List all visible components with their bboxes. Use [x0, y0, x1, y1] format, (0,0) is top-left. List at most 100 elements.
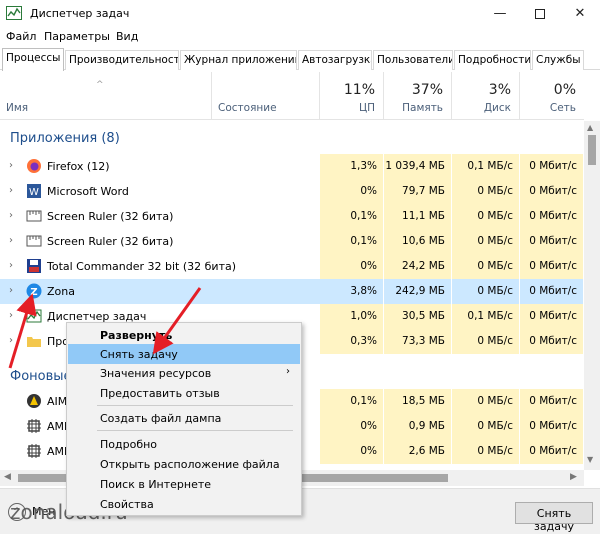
vertical-scrollbar[interactable]: ▲ ▼	[584, 121, 600, 470]
cell-mem: 18,5 МБ	[384, 389, 452, 414]
ruler-icon	[26, 233, 42, 249]
cell-cpu: 0%	[320, 414, 384, 439]
submenu-arrow-icon: ›	[286, 366, 290, 377]
cell-net: 0 Мбит/с	[520, 414, 584, 439]
amd-icon	[26, 418, 42, 434]
tab-details[interactable]: Подробности	[454, 50, 531, 70]
taskmgr-icon	[26, 308, 42, 324]
ctx-open-location[interactable]: Открыть расположение файла	[68, 454, 300, 474]
tab-startup[interactable]: Автозагрузка	[298, 50, 372, 70]
ctx-separator	[97, 430, 293, 431]
chevron-right-icon[interactable]: ›	[9, 160, 13, 171]
cell-mem: 30,5 МБ	[384, 304, 452, 329]
close-button[interactable]: ✕	[560, 0, 600, 27]
cell-cpu: 0%	[320, 179, 384, 204]
window-title: Диспетчер задач	[30, 7, 130, 20]
menu-options[interactable]: Параметры	[44, 30, 110, 43]
scroll-right-icon[interactable]: ▶	[570, 472, 577, 482]
col-cpu[interactable]: 11% ЦП	[320, 72, 384, 120]
cell-disk: 0 МБ/с	[452, 329, 520, 354]
cell-cpu: 3,8%	[320, 279, 384, 304]
menu-view[interactable]: Вид	[116, 30, 138, 43]
col-name[interactable]: ^ Имя	[0, 72, 212, 120]
cell-mem: 0,9 МБ	[384, 414, 452, 439]
ctx-separator	[97, 405, 293, 406]
chevron-right-icon[interactable]: ›	[9, 335, 13, 346]
minimize-icon: —	[493, 6, 507, 21]
cell-cpu: 1,3%	[320, 154, 384, 179]
col-memory[interactable]: 37% Память	[384, 72, 452, 120]
cell-cpu: 0%	[320, 254, 384, 279]
ctx-end-task[interactable]: Снять задачу	[68, 344, 300, 364]
end-task-button[interactable]: Снять задачу	[515, 502, 593, 533]
tab-services[interactable]: Службы	[532, 50, 584, 70]
ctx-details[interactable]: Подробно	[68, 434, 300, 454]
cell-net: 0 Мбит/с	[520, 229, 584, 254]
svg-text:Z: Z	[30, 287, 37, 298]
cell-disk: 0 МБ/с	[452, 439, 520, 464]
ctx-create-dump[interactable]: Создать файл дампа	[68, 408, 300, 428]
cell-mem: 73,3 МБ	[384, 329, 452, 354]
cell-mem: 10,6 МБ	[384, 229, 452, 254]
close-icon: ✕	[574, 6, 586, 21]
vertical-scroll-thumb[interactable]	[588, 135, 596, 165]
folder-icon	[26, 333, 42, 349]
scroll-left-icon[interactable]: ◀	[4, 472, 11, 482]
cell-disk: 0 МБ/с	[452, 279, 520, 304]
cell-net: 0 Мбит/с	[520, 254, 584, 279]
maximize-icon	[535, 8, 545, 19]
tab-users[interactable]: Пользователи	[373, 50, 453, 70]
zona-icon: Z	[26, 283, 42, 299]
cell-net: 0 Мбит/с	[520, 389, 584, 414]
ctx-expand[interactable]: Развернуть	[68, 325, 300, 345]
menu-file[interactable]: Файл	[6, 30, 36, 43]
minimize-button[interactable]: —	[480, 0, 520, 27]
table-row[interactable]: › Z Zona 3,8% 242,9 МБ 0 МБ/с 0 Мбит/с	[0, 279, 584, 304]
menu-bar: Файл Параметры Вид	[0, 27, 600, 47]
col-status[interactable]: Состояние	[212, 72, 320, 120]
ctx-feedback[interactable]: Предоставить отзыв	[68, 383, 300, 403]
cell-net: 0 Мбит/с	[520, 304, 584, 329]
cell-mem: 24,2 МБ	[384, 254, 452, 279]
col-network[interactable]: 0% Сеть	[520, 72, 584, 120]
group-background: Фоновые	[10, 369, 72, 384]
table-row[interactable]: › Firefox (12) 1,3% 1 039,4 МБ 0,1 МБ/с 0 Мби…	[0, 154, 584, 179]
ctx-properties[interactable]: Свойства	[68, 494, 300, 514]
chevron-right-icon[interactable]: ›	[9, 310, 13, 321]
maximize-button[interactable]	[520, 0, 560, 27]
cell-cpu: 0,1%	[320, 389, 384, 414]
process-name: AIM	[47, 395, 68, 408]
ctx-search-online[interactable]: Поиск в Интернете	[68, 474, 300, 494]
table-row[interactable]: › Total Commander 32 bit (32 бита) 0% 24,2 …	[0, 254, 584, 279]
table-row[interactable]: › W Microsoft Word 0% 79,7 МБ 0 МБ/с 0 Мбит/с	[0, 179, 584, 204]
cell-net: 0 Мбит/с	[520, 279, 584, 304]
cell-mem: 2,6 МБ	[384, 439, 452, 464]
svg-text:W: W	[29, 187, 39, 198]
tab-performance[interactable]: Производительность	[65, 50, 179, 70]
cell-net: 0 Мбит/с	[520, 154, 584, 179]
tab-app-history[interactable]: Журнал приложений	[180, 50, 297, 70]
scroll-up-icon[interactable]: ▲	[587, 123, 593, 132]
process-name: Zona	[47, 285, 75, 298]
chevron-right-icon[interactable]: ›	[9, 185, 13, 196]
chevron-right-icon[interactable]: ›	[9, 235, 13, 246]
table-row[interactable]: › Screen Ruler (32 бита) 0,1% 11,1 МБ 0 МБ/с…	[0, 204, 584, 229]
process-name: Microsoft Word	[47, 185, 129, 198]
tab-processes[interactable]: Процессы	[2, 48, 64, 71]
cell-mem: 11,1 МБ	[384, 204, 452, 229]
process-name: Screen Ruler (32 бита)	[47, 235, 174, 248]
table-row[interactable]: › Screen Ruler (32 бита) 0,1% 10,6 МБ 0 МБ/с…	[0, 229, 584, 254]
chevron-right-icon[interactable]: ›	[9, 285, 13, 296]
column-header: ^ Имя Состояние 11% ЦП 37% Память 3% Дис…	[0, 72, 584, 120]
cell-disk: 0 МБ/с	[452, 179, 520, 204]
scroll-down-icon[interactable]: ▼	[587, 455, 593, 464]
col-disk[interactable]: 3% Диск	[452, 72, 520, 120]
process-name: Total Commander 32 bit (32 бита)	[47, 260, 237, 273]
cell-net: 0 Мбит/с	[520, 204, 584, 229]
chevron-right-icon[interactable]: ›	[9, 210, 13, 221]
cell-disk: 0 МБ/с	[452, 254, 520, 279]
title-bar: Диспетчер задач — ✕	[0, 0, 600, 27]
floppy-icon	[26, 258, 42, 274]
chevron-right-icon[interactable]: ›	[9, 260, 13, 271]
ctx-resource-values[interactable]: Значения ресурсов ›	[68, 363, 300, 383]
